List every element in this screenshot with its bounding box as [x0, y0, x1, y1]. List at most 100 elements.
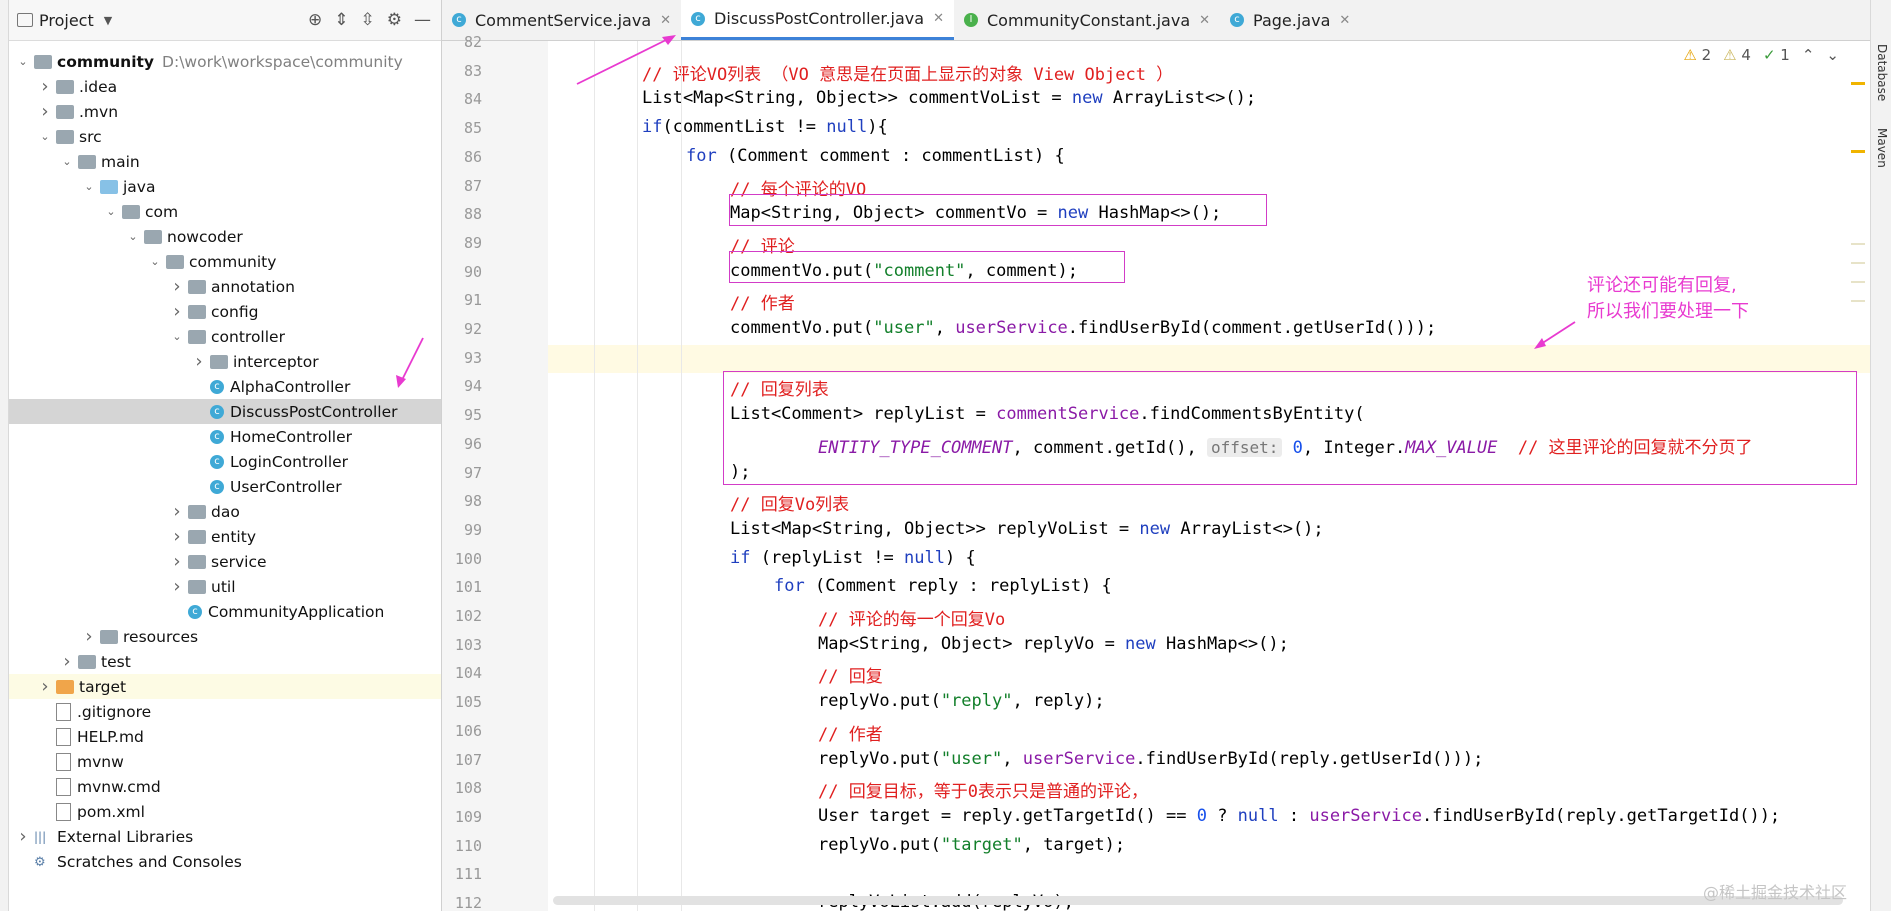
code-line[interactable]: replyVo.put("reply", reply);	[818, 691, 1105, 711]
chevron-right-icon[interactable]: ›	[15, 826, 31, 847]
tree-item[interactable]: ⌄ controller	[9, 324, 441, 349]
close-icon[interactable]: ✕	[1199, 13, 1210, 28]
chevron-down-icon[interactable]: ⌄	[81, 180, 97, 193]
tree-item[interactable]: .gitignore	[9, 699, 441, 724]
tree-item[interactable]: ⌄ java	[9, 174, 441, 199]
locate-icon[interactable]: ⊕	[308, 10, 322, 30]
maven-tool-tab[interactable]: Maven	[1875, 128, 1889, 168]
tree-item[interactable]: ⌄ main	[9, 149, 441, 174]
tree-item[interactable]: c HomeController	[9, 424, 441, 449]
tree-item[interactable]: ⌄ com	[9, 199, 441, 224]
tree-item[interactable]: c UserController	[9, 474, 441, 499]
chevron-right-icon[interactable]: ›	[169, 576, 185, 597]
tree-item[interactable]: › config	[9, 299, 441, 324]
error-stripe-marker[interactable]	[1851, 281, 1865, 283]
code-line[interactable]: List<Map<String, Object>> commentVoList …	[642, 88, 1256, 108]
tree-item[interactable]: c AlphaController	[9, 374, 441, 399]
line-number: 89	[463, 233, 482, 252]
tree-item[interactable]: › .idea	[9, 74, 441, 99]
code-line[interactable]: // 评论的每一个回复Vo	[818, 605, 1005, 630]
chevron-right-icon[interactable]: ›	[191, 351, 207, 372]
chevron-right-icon[interactable]: ›	[37, 676, 53, 697]
minimize-icon[interactable]: —	[414, 10, 431, 30]
chevron-right-icon[interactable]: ›	[169, 276, 185, 297]
code-line[interactable]: for (Comment reply : replyList) {	[774, 576, 1112, 596]
code-line[interactable]: if(commentList != null){	[642, 117, 888, 137]
tree-item[interactable]: ⌄ nowcoder	[9, 224, 441, 249]
close-icon[interactable]: ✕	[660, 13, 671, 28]
tree-item[interactable]: ⌄ community	[9, 249, 441, 274]
code-line[interactable]: replyVo.put("user", userService.findUser…	[818, 749, 1483, 769]
tree-item[interactable]: mvnw	[9, 749, 441, 774]
project-title[interactable]: Project	[39, 11, 94, 30]
chevron-right-icon[interactable]: ›	[37, 101, 53, 122]
code-line[interactable]: // 回复Vo列表	[730, 490, 849, 515]
tree-item[interactable]: HELP.md	[9, 724, 441, 749]
database-tool-tab[interactable]: Database	[1875, 44, 1889, 101]
horizontal-scrollbar[interactable]	[553, 896, 1843, 905]
tree-item[interactable]: ⚙ Scratches and Consoles	[9, 849, 441, 874]
tree-item[interactable]: › annotation	[9, 274, 441, 299]
tree-item[interactable]: › ||| External Libraries	[9, 824, 441, 849]
tree-item[interactable]: › entity	[9, 524, 441, 549]
code-line[interactable]: // 作者	[818, 720, 883, 745]
error-stripe-marker[interactable]	[1851, 82, 1865, 85]
chevron-down-icon[interactable]: ⌄	[169, 330, 185, 343]
editor-tab[interactable]: c Page.java ✕	[1220, 0, 1360, 40]
chevron-right-icon[interactable]: ›	[169, 501, 185, 522]
code-line[interactable]: // 回复	[818, 662, 883, 687]
code-line[interactable]: replyVo.put("target", target);	[818, 835, 1125, 855]
tree-item[interactable]: › resources	[9, 624, 441, 649]
editor-tab[interactable]: I CommunityConstant.java ✕	[954, 0, 1220, 40]
code-line[interactable]: // 作者	[730, 289, 795, 314]
tree-item[interactable]: pom.xml	[9, 799, 441, 824]
tree-item[interactable]: c DiscussPostController	[9, 399, 441, 424]
tree-item[interactable]: › util	[9, 574, 441, 599]
tree-item[interactable]: ⌄ community D:\work\workspace\community	[9, 49, 441, 74]
code-line[interactable]: commentVo.put("user", userService.findUs…	[730, 318, 1436, 338]
collapse-all-icon[interactable]: ⇳	[361, 10, 375, 30]
chevron-down-icon[interactable]: ⌄	[59, 155, 75, 168]
code-line[interactable]: // 回复目标，等于0表示只是普通的评论，	[818, 777, 1148, 802]
tree-item[interactable]: › test	[9, 649, 441, 674]
chevron-down-icon[interactable]: ⌄	[1826, 46, 1839, 64]
chevron-down-icon[interactable]: ⌄	[37, 130, 53, 143]
chevron-down-icon[interactable]: ⌄	[125, 230, 141, 243]
chevron-right-icon[interactable]: ›	[169, 301, 185, 322]
chevron-right-icon[interactable]: ›	[169, 526, 185, 547]
chevron-down-icon[interactable]: ⌄	[147, 255, 163, 268]
close-icon[interactable]: ✕	[1339, 13, 1350, 28]
error-stripe-marker[interactable]	[1851, 262, 1865, 264]
chevron-down-icon[interactable]: ▼	[104, 14, 112, 27]
code-line[interactable]: // 评论VO列表 （VO 意思是在页面上显示的对象 View Object ）	[642, 60, 1173, 85]
code-line[interactable]: User target = reply.getTargetId() == 0 ?…	[818, 806, 1780, 826]
chevron-up-icon[interactable]: ⌃	[1802, 46, 1815, 64]
tree-item[interactable]: › service	[9, 549, 441, 574]
tree-item[interactable]: › target	[9, 674, 441, 699]
close-icon[interactable]: ✕	[933, 11, 944, 26]
tree-item[interactable]: ⌄ src	[9, 124, 441, 149]
chevron-right-icon[interactable]: ›	[37, 76, 53, 97]
gear-icon[interactable]: ⚙	[387, 10, 402, 30]
tree-item[interactable]: c LoginController	[9, 449, 441, 474]
chevron-down-icon[interactable]: ⌄	[103, 205, 119, 218]
tree-item[interactable]: c CommunityApplication	[9, 599, 441, 624]
tree-item[interactable]: › dao	[9, 499, 441, 524]
tree-item[interactable]: › interceptor	[9, 349, 441, 374]
error-stripe-marker[interactable]	[1851, 243, 1865, 245]
code-line[interactable]: Map<String, Object> replyVo = new HashMa…	[818, 634, 1289, 654]
code-line[interactable]: for (Comment comment : commentList) {	[686, 146, 1065, 166]
tree-item[interactable]: › .mvn	[9, 99, 441, 124]
chevron-right-icon[interactable]: ›	[81, 626, 97, 647]
chevron-right-icon[interactable]: ›	[59, 651, 75, 672]
chevron-down-icon[interactable]: ⌄	[15, 55, 31, 68]
chevron-right-icon[interactable]: ›	[169, 551, 185, 572]
code-line[interactable]: if (replyList != null) {	[730, 548, 976, 568]
error-stripe-marker[interactable]	[1851, 150, 1865, 153]
expand-all-icon[interactable]: ⇕	[334, 10, 348, 30]
tree-item[interactable]: mvnw.cmd	[9, 774, 441, 799]
editor-tab[interactable]: c DiscussPostController.java ✕	[681, 0, 954, 40]
inspection-widget[interactable]: ⚠ 2 ⚠ 4 ✓ 1 ⌃ ⌄	[1683, 46, 1839, 64]
error-stripe-marker[interactable]	[1851, 300, 1865, 302]
code-line[interactable]: List<Map<String, Object>> replyVoList = …	[730, 519, 1324, 539]
